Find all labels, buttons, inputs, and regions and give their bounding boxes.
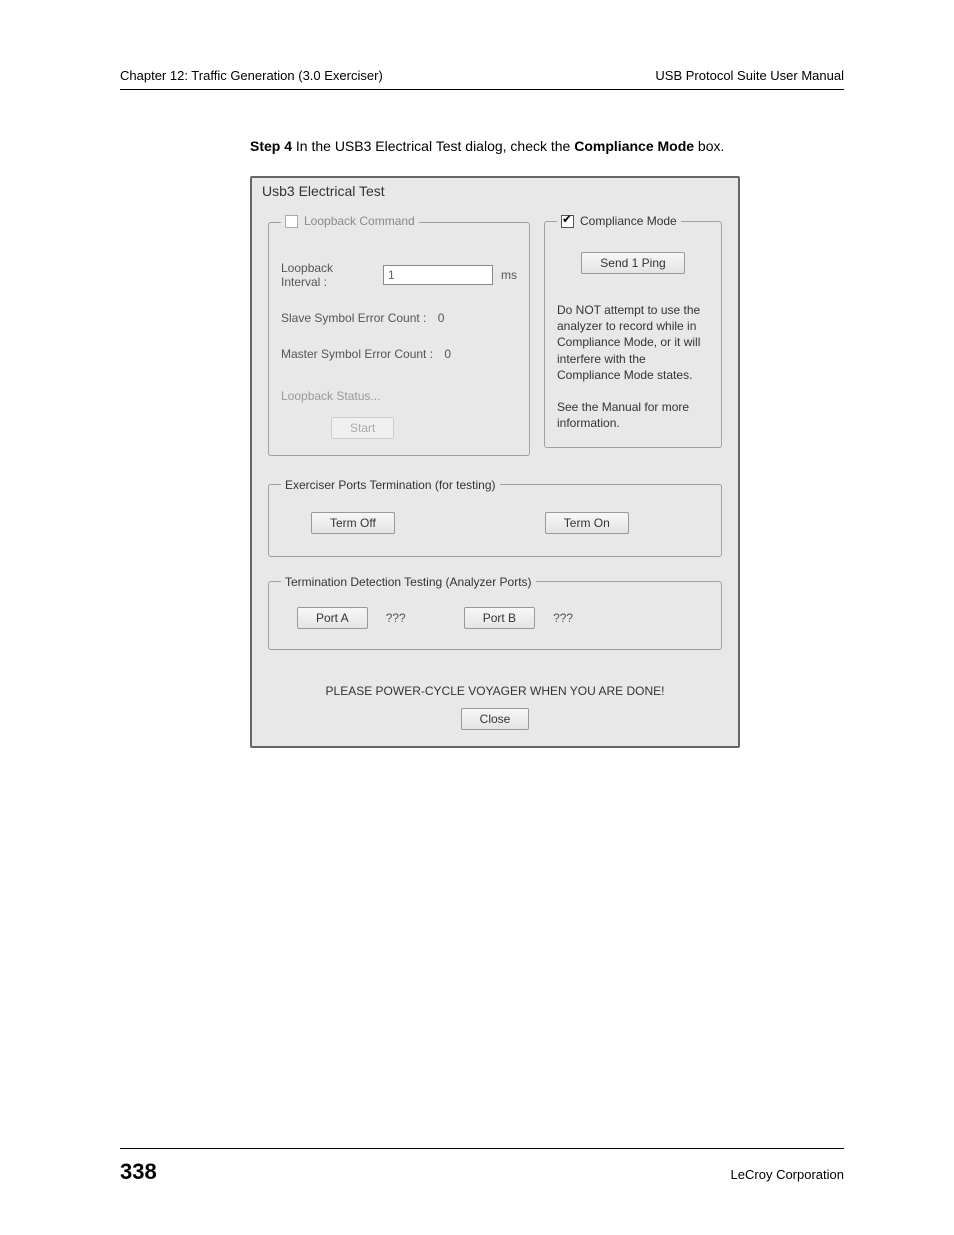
start-button[interactable]: Start bbox=[331, 417, 394, 439]
master-error-row: Master Symbol Error Count : 0 bbox=[281, 347, 517, 361]
compliance-mode-checkbox[interactable]: Compliance Mode bbox=[561, 214, 677, 228]
master-error-label: Master Symbol Error Count : bbox=[281, 347, 433, 361]
checkbox-checked-icon bbox=[561, 215, 574, 228]
page-header: Chapter 12: Traffic Generation (3.0 Exer… bbox=[120, 68, 844, 90]
step-instruction: Step 4 In the USB3 Electrical Test dialo… bbox=[250, 138, 844, 154]
exerciser-ports-termination-group: Exerciser Ports Termination (for testing… bbox=[268, 478, 722, 557]
compliance-mode-group: Compliance Mode Send 1 Ping Do NOT attem… bbox=[544, 214, 722, 448]
compliance-warning-2: See the Manual for more information. bbox=[557, 399, 709, 431]
port-b-button[interactable]: Port B bbox=[464, 607, 535, 629]
compliance-legend-label: Compliance Mode bbox=[580, 214, 677, 228]
compliance-warning-1: Do NOT attempt to use the analyzer to re… bbox=[557, 302, 709, 383]
loopback-interval-unit: ms bbox=[501, 268, 517, 282]
send-ping-button[interactable]: Send 1 Ping bbox=[581, 252, 684, 274]
footer-corp: LeCroy Corporation bbox=[731, 1167, 844, 1182]
step-label: Step 4 bbox=[250, 138, 292, 154]
usb3-electrical-test-dialog: Usb3 Electrical Test Loopback Command Lo… bbox=[250, 176, 740, 748]
loopback-interval-input[interactable] bbox=[383, 265, 493, 285]
termination-detection-group: Termination Detection Testing (Analyzer … bbox=[268, 575, 722, 650]
power-cycle-message: PLEASE POWER-CYCLE VOYAGER WHEN YOU ARE … bbox=[268, 684, 722, 698]
step-text-2: box. bbox=[694, 138, 724, 154]
dialog-title: Usb3 Electrical Test bbox=[252, 178, 738, 204]
slave-error-label: Slave Symbol Error Count : bbox=[281, 311, 426, 325]
port-a-button[interactable]: Port A bbox=[297, 607, 368, 629]
page-number: 338 bbox=[120, 1159, 157, 1185]
step-text-1: In the USB3 Electrical Test dialog, chec… bbox=[292, 138, 574, 154]
master-error-value: 0 bbox=[444, 347, 451, 361]
page-footer: 338 LeCroy Corporation bbox=[120, 1148, 844, 1185]
slave-error-row: Slave Symbol Error Count : 0 bbox=[281, 311, 517, 325]
loopback-command-checkbox[interactable]: Loopback Command bbox=[285, 214, 415, 228]
step-bold: Compliance Mode bbox=[574, 138, 694, 154]
term-off-button[interactable]: Term Off bbox=[311, 512, 395, 534]
loopback-status: Loopback Status... bbox=[281, 389, 517, 403]
slave-error-value: 0 bbox=[438, 311, 445, 325]
checkbox-icon bbox=[285, 215, 298, 228]
term-on-button[interactable]: Term On bbox=[545, 512, 629, 534]
header-left: Chapter 12: Traffic Generation (3.0 Exer… bbox=[120, 68, 383, 83]
loopback-command-group: Loopback Command Loopback Interval : ms … bbox=[268, 214, 530, 456]
port-a-value: ??? bbox=[386, 611, 406, 625]
header-right: USB Protocol Suite User Manual bbox=[655, 68, 844, 83]
loopback-interval-label: Loopback Interval : bbox=[281, 261, 375, 289]
termination-legend: Exerciser Ports Termination (for testing… bbox=[281, 478, 500, 492]
port-b-value: ??? bbox=[553, 611, 573, 625]
detection-legend: Termination Detection Testing (Analyzer … bbox=[281, 575, 536, 589]
close-button[interactable]: Close bbox=[461, 708, 530, 730]
loopback-legend-label: Loopback Command bbox=[304, 214, 415, 228]
